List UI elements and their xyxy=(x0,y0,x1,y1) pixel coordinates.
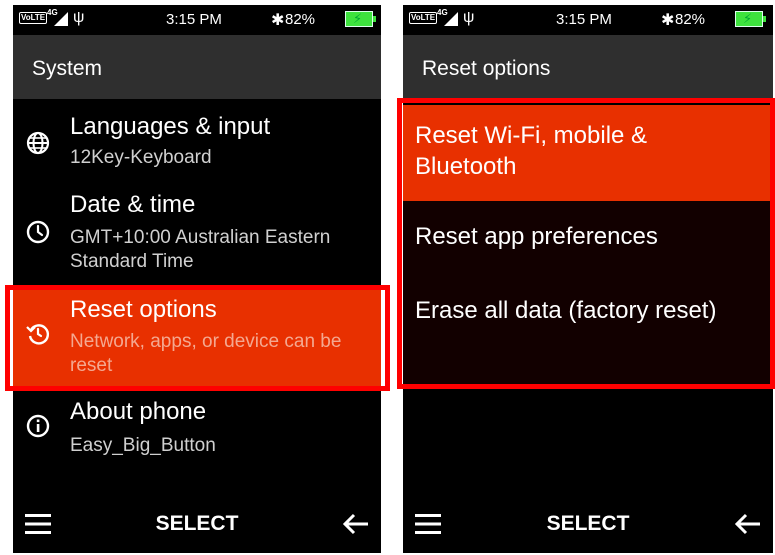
volte-indicator: VoLTE xyxy=(409,12,438,24)
clock-time: 3:15 PM xyxy=(166,11,222,28)
setting-subtitle: 12Key-Keyboard xyxy=(70,147,212,168)
setting-item-about-phone[interactable]: About phone Easy_Big_Button xyxy=(13,393,381,473)
back-arrow-icon[interactable] xyxy=(733,512,761,536)
system-settings-screen: VoLTE 4G ψ 3:15 PM ✱ 82% ⚡ System Langua… xyxy=(13,5,381,553)
battery-icon: ⚡ xyxy=(735,11,766,27)
setting-title: Languages & input xyxy=(70,113,271,140)
select-softkey[interactable]: SELECT xyxy=(403,512,773,536)
reset-option-label: Erase all data (factory reset) xyxy=(415,297,717,324)
reset-app-preferences[interactable]: Reset app preferences xyxy=(403,201,773,277)
battery-percent: 82% xyxy=(675,11,706,28)
app-header: System xyxy=(13,35,381,99)
globe-icon xyxy=(26,131,50,155)
setting-item-date-time[interactable]: Date & time GMT+10:00 Australian Eastern… xyxy=(13,185,381,285)
bluetooth-icon: ✱ xyxy=(271,12,285,29)
setting-item-languages[interactable]: Languages & input 12Key-Keyboard xyxy=(13,105,381,185)
charging-icon: ⚡ xyxy=(743,11,753,26)
reset-wifi-mobile-bluetooth[interactable]: Reset Wi-Fi, mobile & Bluetooth xyxy=(403,105,773,201)
softkey-bar: SELECT xyxy=(403,503,773,553)
reset-history-icon xyxy=(26,324,50,345)
setting-title: About phone xyxy=(70,398,207,425)
signal-icon xyxy=(54,12,68,26)
back-arrow-icon[interactable] xyxy=(341,512,369,536)
page-title: System xyxy=(32,57,103,80)
status-bar: VoLTE 4G ψ 3:15 PM ✱ 82% ⚡ xyxy=(13,5,381,35)
setting-item-reset-options[interactable]: Reset options Network, apps, or device c… xyxy=(13,290,381,390)
softkey-bar: SELECT xyxy=(13,503,381,553)
usb-icon: ψ xyxy=(73,9,85,26)
setting-subtitle: Easy_Big_Button xyxy=(70,435,216,456)
status-bar: VoLTE 4G ψ 3:15 PM ✱ 82% ⚡ xyxy=(403,5,773,35)
setting-subtitle: Network, apps, or device can be reset xyxy=(70,331,342,376)
battery-icon: ⚡ xyxy=(345,11,376,27)
reset-options-screen: VoLTE 4G ψ 3:15 PM ✱ 82% ⚡ Reset options… xyxy=(403,5,773,553)
usb-icon: ψ xyxy=(463,9,475,26)
setting-title: Date & time xyxy=(70,191,196,218)
app-header: Reset options xyxy=(403,35,773,99)
charging-icon: ⚡ xyxy=(353,11,363,26)
clock-time: 3:15 PM xyxy=(556,11,612,28)
reset-option-label: Reset Wi-Fi, mobile & Bluetooth xyxy=(415,122,648,180)
clock-icon xyxy=(26,220,50,244)
volte-indicator: VoLTE xyxy=(19,12,48,24)
bluetooth-icon: ✱ xyxy=(661,12,675,29)
setting-subtitle: GMT+10:00 Australian Eastern Standard Ti… xyxy=(70,227,331,272)
setting-title: Reset options xyxy=(70,296,217,323)
signal-icon xyxy=(444,12,458,26)
page-title: Reset options xyxy=(422,57,551,80)
erase-all-data[interactable]: Erase all data (factory reset) xyxy=(403,277,773,387)
select-softkey[interactable]: SELECT xyxy=(13,512,381,536)
info-icon xyxy=(26,414,50,438)
battery-percent: 82% xyxy=(285,11,316,28)
reset-option-label: Reset app preferences xyxy=(415,223,658,250)
